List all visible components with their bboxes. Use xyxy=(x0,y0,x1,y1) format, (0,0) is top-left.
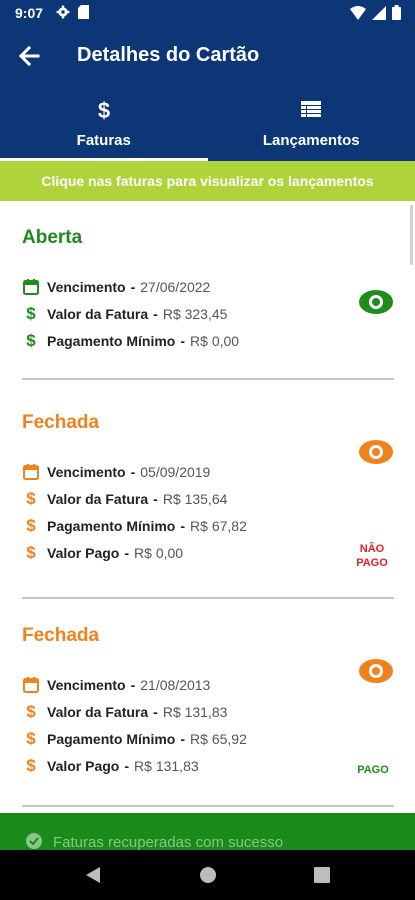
paid-value: R$ 131,83 xyxy=(134,758,199,774)
dollar-icon: $ xyxy=(26,729,36,748)
minimum-value: R$ 65,92 xyxy=(190,731,247,747)
amount-value: R$ 135,64 xyxy=(162,491,228,507)
divider xyxy=(22,597,394,599)
settings-icon xyxy=(56,5,70,19)
amount-value: R$ 131,83 xyxy=(162,704,228,720)
dollar-icon: $ xyxy=(26,304,36,323)
system-nav-bar xyxy=(0,850,415,900)
battery-icon xyxy=(392,5,401,20)
paid-row: $ Valor Pago - R$ 0,00 xyxy=(22,543,183,563)
instruction-banner: Clique nas faturas para visualizar os la… xyxy=(0,161,415,201)
invoice-card-closed-unpaid[interactable]: Fechada Vencimento - 05/09/2019 $ Valor … xyxy=(0,383,415,600)
tab-faturas[interactable]: $ Faturas xyxy=(0,86,208,161)
dollar-icon: $ xyxy=(26,702,36,721)
payment-status-badge: PAGO xyxy=(357,764,389,776)
paid-row: $ Valor Pago - R$ 131,83 xyxy=(22,756,199,776)
due-date-row: Vencimento - 27/06/2022 xyxy=(22,277,210,297)
screen: 9:07 Detalhes do Cartão $ Faturas Lançam… xyxy=(0,0,415,900)
tab-bar: $ Faturas Lançamentos xyxy=(0,86,415,161)
status-time: 9:07 xyxy=(15,5,44,21)
amount-row: $ Valor da Fatura - R$ 131,83 xyxy=(22,702,227,722)
dollar-icon: $ xyxy=(26,331,36,350)
minimum-row: $ Pagamento Mínimo - R$ 0,00 xyxy=(22,331,239,351)
app-bar: Detalhes do Cartão xyxy=(0,26,415,86)
calendar-icon xyxy=(22,463,40,481)
toast-message: Faturas recuperadas com sucesso xyxy=(53,834,284,851)
list-icon xyxy=(301,98,322,124)
nav-home-icon[interactable] xyxy=(199,865,217,885)
back-arrow-icon[interactable] xyxy=(16,42,44,70)
view-eye-icon[interactable] xyxy=(358,439,394,465)
wifi-icon xyxy=(350,5,366,20)
dollar-icon: $ xyxy=(26,543,36,562)
svg-text:$: $ xyxy=(98,98,110,122)
tab-lancamentos[interactable]: Lançamentos xyxy=(208,86,415,161)
paid-value: R$ 0,00 xyxy=(134,545,184,561)
amount-row: $ Valor da Fatura - R$ 323,45 xyxy=(22,304,227,324)
calendar-icon xyxy=(22,278,40,296)
tab-label: Faturas xyxy=(76,132,131,149)
minimum-value: R$ 0,00 xyxy=(190,333,240,349)
due-date-row: Vencimento - 05/09/2019 xyxy=(22,462,210,482)
calendar-icon xyxy=(22,676,40,694)
due-date-value: 21/08/2013 xyxy=(140,677,211,693)
due-date-row: Vencimento - 21/08/2013 xyxy=(22,675,210,695)
minimum-value: R$ 67,82 xyxy=(190,518,247,534)
due-date-value: 05/09/2019 xyxy=(140,464,211,480)
invoice-status: Aberta xyxy=(22,227,83,248)
minimum-row: $ Pagamento Mínimo - R$ 67,82 xyxy=(22,516,247,536)
tab-label: Lançamentos xyxy=(262,132,360,149)
dollar-icon: $ xyxy=(26,489,36,508)
signal-icon xyxy=(372,5,386,20)
sd-card-icon xyxy=(78,5,89,19)
view-eye-icon[interactable] xyxy=(358,658,394,684)
nav-recents-icon[interactable] xyxy=(313,865,331,885)
invoice-status: Fechada xyxy=(22,625,100,646)
amount-value: R$ 323,45 xyxy=(162,306,228,322)
dollar-icon: $ xyxy=(26,516,36,535)
page-title: Detalhes do Cartão xyxy=(77,44,260,66)
nav-back-icon[interactable] xyxy=(84,865,102,885)
due-date-value: 27/06/2022 xyxy=(140,279,211,295)
amount-row: $ Valor da Fatura - R$ 135,64 xyxy=(22,489,227,509)
divider xyxy=(22,805,394,807)
scrollbar[interactable] xyxy=(410,205,413,265)
view-eye-icon[interactable] xyxy=(358,289,394,315)
payment-status-badge: NÃO PAGO xyxy=(356,543,388,569)
minimum-row: $ Pagamento Mínimo - R$ 65,92 xyxy=(22,729,247,749)
dollar-icon: $ xyxy=(26,756,36,775)
status-bar: 9:07 xyxy=(0,0,415,26)
invoice-card-open[interactable]: Aberta Vencimento - 27/06/2022 $ Valor d… xyxy=(0,201,415,383)
check-circle-icon xyxy=(26,833,42,849)
success-toast: Faturas recuperadas com sucesso xyxy=(0,813,415,851)
invoice-list[interactable]: Aberta Vencimento - 27/06/2022 $ Valor d… xyxy=(0,201,415,813)
invoice-status: Fechada xyxy=(22,412,100,433)
divider xyxy=(22,378,394,380)
invoice-card-closed-paid[interactable]: Fechada Vencimento - 21/08/2013 $ Valor … xyxy=(0,600,415,813)
dollar-icon: $ xyxy=(95,98,113,127)
